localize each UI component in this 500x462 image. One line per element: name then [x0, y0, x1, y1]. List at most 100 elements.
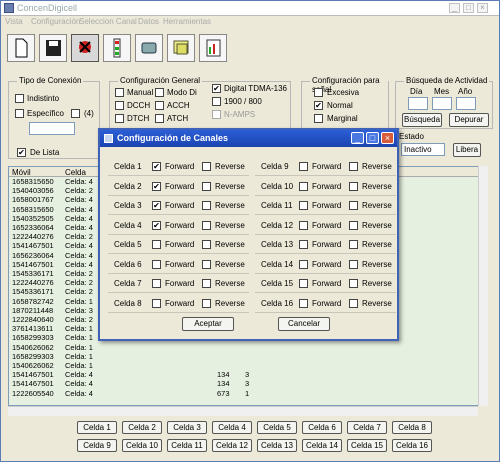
signal-icon[interactable]: [103, 34, 131, 62]
chart-icon[interactable]: [199, 34, 227, 62]
forward-checkbox[interactable]: ✔: [152, 162, 161, 171]
reverse-checkbox[interactable]: [202, 220, 211, 230]
forward-checkbox[interactable]: [299, 181, 308, 191]
dialog-maximize-button[interactable]: □: [366, 132, 379, 144]
header-movil[interactable]: Móvil: [12, 168, 31, 177]
forward-checkbox[interactable]: [299, 298, 308, 308]
reverse-checkbox[interactable]: [349, 298, 358, 308]
menu-vista[interactable]: Vista: [5, 17, 23, 26]
celda-9-button[interactable]: Celda 9: [77, 439, 117, 452]
marginal-checkbox[interactable]: [314, 114, 323, 123]
celda-11-button[interactable]: Celda 11: [167, 439, 207, 452]
reverse-checkbox[interactable]: [349, 162, 358, 171]
atch-checkbox[interactable]: [155, 114, 164, 123]
modo-di-checkbox[interactable]: [155, 88, 164, 97]
de-lista-checkbox[interactable]: ✔: [17, 148, 26, 157]
minimize-button[interactable]: _: [449, 3, 460, 13]
table-row[interactable]: 1541467501 Celda: 4 134 3: [9, 371, 485, 379]
celda-13-button[interactable]: Celda 13: [257, 439, 297, 452]
forward-checkbox[interactable]: [152, 240, 161, 249]
forward-checkbox[interactable]: [299, 259, 308, 269]
forward-checkbox[interactable]: [299, 279, 308, 288]
indistinto-checkbox[interactable]: [15, 94, 24, 103]
reverse-checkbox[interactable]: [349, 201, 358, 210]
menu-configuracion[interactable]: Configuración: [31, 17, 80, 26]
celda-6-button[interactable]: Celda 6: [302, 421, 342, 434]
forward-checkbox[interactable]: ✔: [152, 181, 161, 191]
menu-datos[interactable]: Datos: [138, 17, 159, 26]
forward-checkbox[interactable]: [152, 298, 161, 308]
reverse-checkbox[interactable]: [349, 220, 358, 230]
table-row[interactable]: 1222605540 Celda: 4 673 1: [9, 389, 485, 398]
celda-15-button[interactable]: Celda 15: [347, 439, 387, 452]
forward-checkbox[interactable]: [152, 279, 161, 288]
celda-1-button[interactable]: Celda 1: [77, 421, 117, 434]
aceptar-button[interactable]: Aceptar: [182, 317, 234, 331]
busqueda-button[interactable]: Búsqueda: [402, 113, 442, 127]
reverse-checkbox[interactable]: [202, 201, 211, 210]
close-button[interactable]: ×: [477, 3, 488, 13]
menu-herramientas[interactable]: Herramientas: [163, 17, 211, 26]
digital-checkbox[interactable]: ✔: [212, 84, 221, 93]
header-celda[interactable]: Celda: [65, 168, 86, 177]
celda-5-button[interactable]: Celda 5: [257, 421, 297, 434]
table-row[interactable]: 1541467501 Celda: 4 134 3: [9, 380, 485, 388]
forward-checkbox[interactable]: ✔: [152, 201, 161, 210]
cancelar-button[interactable]: Cancelar: [278, 317, 330, 331]
forward-checkbox[interactable]: ✔: [152, 220, 161, 230]
stack-icon[interactable]: [167, 34, 195, 62]
table-row[interactable]: 1540626062 Celda: 1: [9, 343, 485, 352]
libera-button[interactable]: Libera: [453, 143, 481, 157]
especifico-input[interactable]: [29, 122, 75, 135]
reverse-checkbox[interactable]: [202, 162, 211, 171]
reverse-checkbox[interactable]: [202, 298, 211, 308]
reverse-checkbox[interactable]: [202, 240, 211, 249]
phone-icon[interactable]: [135, 34, 163, 62]
reverse-checkbox[interactable]: [202, 259, 211, 269]
forward-checkbox[interactable]: [299, 201, 308, 210]
forward-checkbox[interactable]: [299, 162, 308, 171]
forward-checkbox[interactable]: [299, 220, 308, 230]
reverse-checkbox[interactable]: [202, 279, 211, 288]
dia-input[interactable]: [408, 97, 428, 110]
reverse-checkbox[interactable]: [202, 181, 211, 191]
reverse-checkbox[interactable]: [349, 279, 358, 288]
ano-input[interactable]: [456, 97, 476, 110]
maximize-button[interactable]: □: [463, 3, 474, 13]
mes-input[interactable]: [432, 97, 452, 110]
celda-3-button[interactable]: Celda 3: [167, 421, 207, 434]
reverse-checkbox[interactable]: [349, 259, 358, 269]
celda-16-button[interactable]: Celda 16: [392, 439, 432, 452]
especifico-sub-checkbox[interactable]: [71, 109, 80, 118]
celda-7-button[interactable]: Celda 7: [347, 421, 387, 434]
stop-icon[interactable]: [71, 34, 99, 62]
new-document-icon[interactable]: [7, 34, 35, 62]
dialog-minimize-button[interactable]: _: [351, 132, 364, 144]
normal-checkbox[interactable]: ✔: [314, 101, 323, 110]
manual-checkbox[interactable]: [115, 88, 124, 97]
excesiva-checkbox[interactable]: [314, 88, 323, 97]
depurar-button[interactable]: Depurar: [449, 113, 489, 127]
reverse-checkbox[interactable]: [349, 240, 358, 249]
freq-checkbox[interactable]: [212, 97, 221, 106]
table-row[interactable]: 1658299303 Celda: 1: [9, 352, 485, 361]
horizontal-scrollbar[interactable]: [8, 406, 478, 416]
table-row[interactable]: 1540626062 Celda: 1: [9, 362, 485, 370]
celda-2-button[interactable]: Celda 2: [122, 421, 162, 434]
celda-10-button[interactable]: Celda 10: [122, 439, 162, 452]
menu-seleccion-canal[interactable]: Seleccion Canal: [79, 17, 137, 26]
dialog-close-button[interactable]: ×: [381, 132, 394, 144]
celda-8-button[interactable]: Celda 8: [392, 421, 432, 434]
forward-checkbox[interactable]: [299, 240, 308, 249]
namps-checkbox[interactable]: [212, 110, 221, 119]
forward-checkbox[interactable]: [152, 259, 161, 269]
celda-14-button[interactable]: Celda 14: [302, 439, 342, 452]
dcch-checkbox[interactable]: [115, 101, 124, 110]
celda-4-button[interactable]: Celda 4: [212, 421, 252, 434]
especifico-checkbox[interactable]: [15, 109, 24, 118]
acch-checkbox[interactable]: [155, 101, 164, 110]
vertical-scrollbar[interactable]: [478, 166, 488, 406]
celda-12-button[interactable]: Celda 12: [212, 439, 252, 452]
reverse-checkbox[interactable]: [349, 181, 358, 191]
save-icon[interactable]: [39, 34, 67, 62]
